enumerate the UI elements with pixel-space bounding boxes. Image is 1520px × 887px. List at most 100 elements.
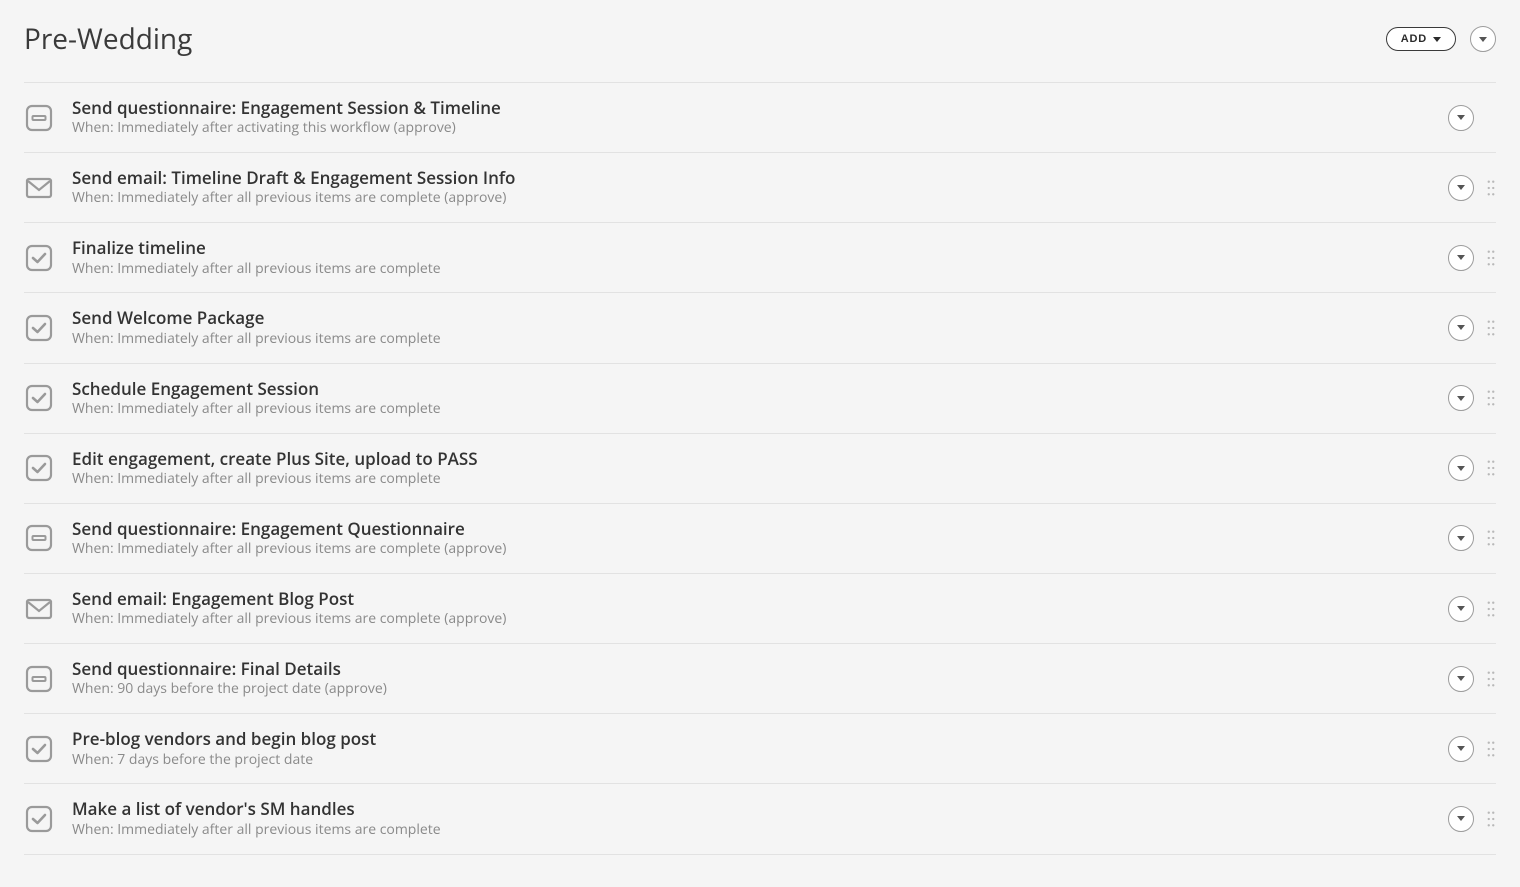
- item-title: Send email: Engagement Blog Post: [72, 588, 1436, 609]
- drag-handle-icon[interactable]: [1486, 669, 1496, 689]
- item-actions: [1436, 806, 1496, 832]
- workflow-item[interactable]: Send email: Engagement Blog PostWhen: Im…: [24, 574, 1496, 644]
- item-text: Edit engagement, create Plus Site, uploa…: [72, 448, 1436, 489]
- questionnaire-icon: [24, 523, 54, 553]
- item-when: When: Immediately after all previous ite…: [72, 610, 1436, 629]
- item-text: Send email: Engagement Blog PostWhen: Im…: [72, 588, 1436, 629]
- workflow-item[interactable]: Make a list of vendor's SM handles When: …: [24, 784, 1496, 854]
- caret-down-icon: [1457, 255, 1465, 260]
- workflow-item[interactable]: Edit engagement, create Plus Site, uploa…: [24, 434, 1496, 504]
- checkbox-icon: [24, 804, 54, 834]
- item-title: Finalize timeline: [72, 237, 1436, 258]
- section-header-actions: ADD: [1386, 26, 1496, 52]
- workflow-item[interactable]: Send email: Timeline Draft & Engagement …: [24, 153, 1496, 223]
- item-menu-button[interactable]: [1448, 596, 1474, 622]
- drag-handle-icon[interactable]: [1486, 599, 1496, 619]
- checkbox-icon: [24, 383, 54, 413]
- item-title: Schedule Engagement Session: [72, 378, 1436, 399]
- item-menu-button[interactable]: [1448, 525, 1474, 551]
- caret-down-icon: [1457, 115, 1465, 120]
- item-text: Send email: Timeline Draft & Engagement …: [72, 167, 1436, 208]
- caret-down-icon: [1457, 746, 1465, 751]
- item-actions: [1436, 245, 1496, 271]
- drag-handle-icon[interactable]: [1486, 388, 1496, 408]
- item-when: When: 90 days before the project date (a…: [72, 680, 1436, 699]
- checkbox-icon: [24, 734, 54, 764]
- item-when: When: Immediately after all previous ite…: [72, 470, 1436, 489]
- item-text: Pre-blog vendors and begin blog post When…: [72, 728, 1436, 769]
- caret-down-icon: [1479, 37, 1487, 42]
- caret-down-icon: [1457, 536, 1465, 541]
- drag-handle-icon[interactable]: [1486, 528, 1496, 548]
- drag-handle-icon[interactable]: [1486, 248, 1496, 268]
- item-when: When: Immediately after all previous ite…: [72, 821, 1436, 840]
- item-title: Send questionnaire: Engagement Questionn…: [72, 518, 1436, 539]
- item-when: When: Immediately after all previous ite…: [72, 400, 1436, 419]
- drag-handle-icon[interactable]: [1486, 458, 1496, 478]
- item-when: When: Immediately after all previous ite…: [72, 189, 1436, 208]
- item-menu-button[interactable]: [1448, 385, 1474, 411]
- workflow-item[interactable]: Send Welcome PackageWhen: Immediately af…: [24, 293, 1496, 363]
- checkbox-icon: [24, 313, 54, 343]
- item-title: Make a list of vendor's SM handles: [72, 798, 1436, 819]
- section-title: Pre-Wedding: [24, 20, 192, 58]
- item-actions: [1436, 666, 1496, 692]
- questionnaire-icon: [24, 664, 54, 694]
- item-when: When: Immediately after all previous ite…: [72, 540, 1436, 559]
- section-header: Pre-Wedding ADD: [24, 20, 1496, 83]
- item-menu-button[interactable]: [1448, 455, 1474, 481]
- drag-handle-icon[interactable]: [1486, 178, 1496, 198]
- item-text: Make a list of vendor's SM handles When: …: [72, 798, 1436, 839]
- item-text: Send questionnaire: Final DetailsWhen: 9…: [72, 658, 1436, 699]
- item-menu-button[interactable]: [1448, 175, 1474, 201]
- section-menu-button[interactable]: [1470, 26, 1496, 52]
- item-title: Send questionnaire: Engagement Session &…: [72, 97, 1436, 118]
- item-title: Send Welcome Package: [72, 307, 1436, 328]
- item-actions: [1436, 105, 1496, 131]
- item-menu-button[interactable]: [1448, 245, 1474, 271]
- workflow-item[interactable]: Send questionnaire: Engagement Session &…: [24, 83, 1496, 153]
- workflow-item[interactable]: Finalize timelineWhen: Immediately after…: [24, 223, 1496, 293]
- item-actions: [1436, 455, 1496, 481]
- item-menu-button[interactable]: [1448, 315, 1474, 341]
- add-button[interactable]: ADD: [1386, 27, 1456, 51]
- item-menu-button[interactable]: [1448, 105, 1474, 131]
- caret-down-icon: [1457, 466, 1465, 471]
- item-when: When: Immediately after activating this …: [72, 119, 1436, 138]
- workflow-item[interactable]: Pre-blog vendors and begin blog post When…: [24, 714, 1496, 784]
- item-when: When: 7 days before the project date: [72, 751, 1436, 770]
- workflow-item[interactable]: Send questionnaire: Final DetailsWhen: 9…: [24, 644, 1496, 714]
- item-menu-button[interactable]: [1448, 666, 1474, 692]
- email-icon: [24, 594, 54, 624]
- caret-down-icon: [1457, 396, 1465, 401]
- item-title: Edit engagement, create Plus Site, uploa…: [72, 448, 1436, 469]
- item-text: Send Welcome PackageWhen: Immediately af…: [72, 307, 1436, 348]
- item-actions: [1436, 175, 1496, 201]
- item-menu-button[interactable]: [1448, 736, 1474, 762]
- item-actions: [1436, 596, 1496, 622]
- workflow-item[interactable]: Send questionnaire: Engagement Questionn…: [24, 504, 1496, 574]
- item-menu-button[interactable]: [1448, 806, 1474, 832]
- item-actions: [1436, 315, 1496, 341]
- item-text: Schedule Engagement SessionWhen: Immedia…: [72, 378, 1436, 419]
- caret-down-icon: [1457, 606, 1465, 611]
- item-text: Send questionnaire: Engagement Questionn…: [72, 518, 1436, 559]
- checkbox-icon: [24, 453, 54, 483]
- workflow-item[interactable]: Schedule Engagement SessionWhen: Immedia…: [24, 364, 1496, 434]
- checkbox-icon: [24, 243, 54, 273]
- item-actions: [1436, 385, 1496, 411]
- drag-handle-icon[interactable]: [1486, 739, 1496, 759]
- item-title: Send email: Timeline Draft & Engagement …: [72, 167, 1436, 188]
- email-icon: [24, 173, 54, 203]
- drag-handle-icon[interactable]: [1486, 318, 1496, 338]
- item-text: Finalize timelineWhen: Immediately after…: [72, 237, 1436, 278]
- drag-handle-icon[interactable]: [1486, 809, 1496, 829]
- caret-down-icon: [1457, 676, 1465, 681]
- item-title: Send questionnaire: Final Details: [72, 658, 1436, 679]
- item-text: Send questionnaire: Engagement Session &…: [72, 97, 1436, 138]
- caret-down-icon: [1457, 816, 1465, 821]
- item-actions: [1436, 525, 1496, 551]
- item-title: Pre-blog vendors and begin blog post: [72, 728, 1436, 749]
- caret-down-icon: [1457, 185, 1465, 190]
- workflow-items-list: Send questionnaire: Engagement Session &…: [24, 83, 1496, 855]
